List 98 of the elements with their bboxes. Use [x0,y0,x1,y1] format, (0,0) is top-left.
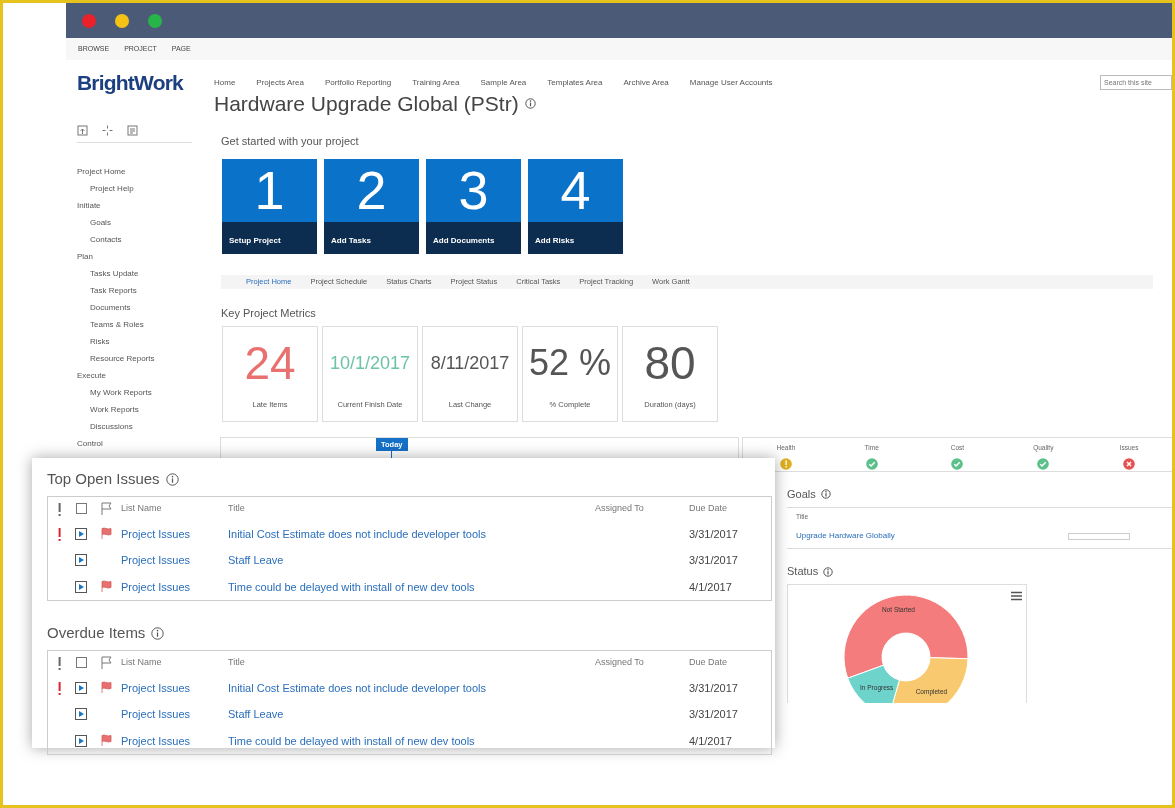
item-link[interactable]: Initial Cost Estimate does not include developer tools [228,681,487,694]
play-icon[interactable] [75,527,87,540]
due-date: 3/31/2017 [689,681,738,694]
info-icon[interactable] [820,489,831,500]
sidebar-item[interactable]: Goals [77,214,205,231]
item-link[interactable]: Staff Leave [228,708,284,720]
play-icon[interactable] [75,554,87,567]
goal-link[interactable]: Upgrade Hardware Globally [796,530,895,543]
list-link[interactable]: Project Issues [121,554,191,566]
play-icon[interactable] [75,580,87,593]
play-icon[interactable] [75,734,87,747]
column-header: List Name [121,502,162,513]
panel-heading: Top Open Issues [47,469,160,489]
column-header: Assigned To [595,656,644,667]
priority-icon [56,501,62,516]
column-header: Title [228,656,245,667]
select-all-checkbox[interactable] [75,503,87,514]
item-link[interactable]: Initial Cost Estimate does not include developer tools [228,527,487,540]
nav-link[interactable]: Portfolio Reporting [324,76,392,89]
item-link[interactable]: Time could be delayed with install of new dev tools [228,580,475,593]
sidebar-item[interactable]: Discussions [77,418,205,435]
step-tile[interactable]: 1 Setup Project [222,158,317,254]
panel-heading: Overdue Items [47,623,146,643]
sidebar-item[interactable]: Resource Reports [77,350,205,367]
page-title: Hardware Upgrade Global (PStr) [214,92,519,116]
due-date: 3/31/2017 [689,554,738,566]
due-date: 3/31/2017 [689,527,738,540]
due-date: 4/1/2017 [689,580,732,593]
sidebar-item[interactable]: Plan [77,248,205,265]
metric-value: 52 % [528,341,612,386]
sidebar-item[interactable]: Contacts [77,231,205,248]
item-link[interactable]: Staff Leave [228,554,284,566]
step-tile[interactable]: 3 Add Documents [426,158,521,254]
sidebar-item[interactable]: Project Help [77,180,205,197]
window-control-dot[interactable] [115,13,129,28]
progress-track [1068,532,1130,540]
window-control-dot[interactable] [148,13,162,28]
due-date: 3/31/2017 [689,708,738,720]
column-header: Due Date [689,502,728,513]
metric-value: 8/11/2017 [430,351,510,375]
section-heading: Key Project Metrics [221,305,317,321]
column-header: Title [228,502,245,513]
step-tile[interactable]: 4 Add Risks [528,158,623,254]
metric-value: 10/1/2017 [329,351,411,375]
sidebar-item[interactable]: Execute [77,367,205,384]
list-link[interactable]: Project Issues [121,527,191,540]
nav-link[interactable]: Training Area [412,76,460,89]
step-tile[interactable]: 2 Add Tasks [324,158,419,254]
sidebar-item[interactable]: Control [77,435,205,452]
info-icon[interactable] [165,472,179,486]
select-all-checkbox[interactable] [75,657,87,668]
list-link[interactable]: Project Issues [121,580,191,593]
nav-link[interactable]: Templates Area [547,76,603,89]
flag-icon[interactable] [101,527,112,541]
column-header: List Name [121,656,162,667]
flag-icon[interactable] [101,681,112,695]
page-icon[interactable] [127,125,138,136]
sidebar-item[interactable]: Teams & Roles [77,316,205,333]
flag-icon [101,501,112,516]
menu-icon[interactable] [1011,590,1022,601]
move-icon[interactable] [102,125,113,136]
list-link[interactable]: Project Issues [121,708,191,720]
priority-icon [56,655,62,670]
nav-link[interactable]: Manage User Accounts [689,76,773,89]
info-icon[interactable] [151,626,165,640]
logo[interactable]: BrightWork [77,72,205,93]
sidebar-item[interactable]: Project Home [77,163,205,180]
item-link[interactable]: Time could be delayed with install of new dev tools [228,734,475,747]
metric-value: 80 [644,335,696,391]
info-icon[interactable] [524,98,536,110]
flag-icon[interactable] [101,580,112,594]
section-heading: Status [787,564,819,580]
nav-link[interactable]: Projects Area [256,76,304,89]
flag-icon[interactable] [101,734,112,748]
sidebar-item[interactable]: Initiate [77,197,205,214]
play-icon[interactable] [75,708,87,721]
section-heading: Goals [787,487,816,503]
sidebar-item[interactable]: Tasks Update [77,265,205,282]
list-link[interactable]: Project Issues [121,734,191,747]
info-icon[interactable] [823,566,834,577]
list-link[interactable]: Project Issues [121,681,191,694]
sidebar-item[interactable]: Task Reports [77,282,205,299]
due-date: 4/1/2017 [689,734,732,747]
sidebar-item[interactable]: Work Reports [77,401,205,418]
sidebar-item[interactable]: Documents [77,299,205,316]
column-header: Due Date [689,656,728,667]
flag-icon [101,655,112,670]
share-icon[interactable] [77,125,88,136]
nav-link[interactable]: Archive Area [623,76,669,89]
play-icon[interactable] [75,681,87,694]
column-header: Assigned To [595,502,644,513]
section-heading: Get started with your project [221,134,360,150]
nav-link[interactable]: Home [214,76,236,89]
sidebar-item[interactable]: My Work Reports [77,384,205,401]
metric-value: 24 [244,335,296,391]
sidebar-item[interactable]: Risks [77,333,205,350]
window-control-dot[interactable] [82,13,96,28]
nav-link[interactable]: Sample Area [480,76,527,89]
